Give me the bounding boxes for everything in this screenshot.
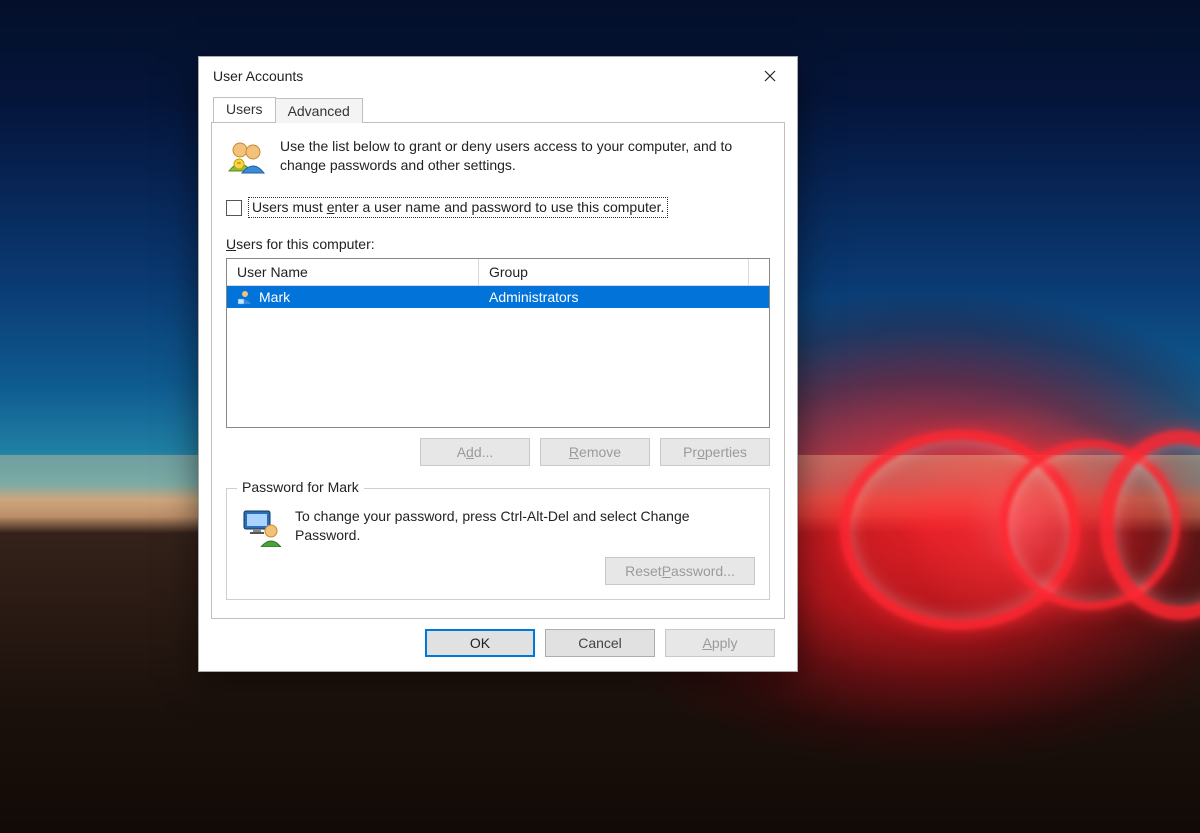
monitor-user-icon — [241, 507, 281, 547]
list-buttons-row: Add... Remove Properties — [226, 438, 770, 466]
close-icon — [764, 70, 776, 82]
users-listview[interactable]: User Name Group Mark — [226, 258, 770, 428]
ok-button[interactable]: OK — [425, 629, 535, 657]
properties-button[interactable]: Properties — [660, 438, 770, 466]
listview-body[interactable]: Mark Administrators — [227, 286, 769, 427]
tab-users[interactable]: Users — [213, 97, 276, 122]
password-group-legend: Password for Mark — [237, 479, 364, 495]
column-spacer — [749, 259, 769, 285]
column-group[interactable]: Group — [479, 259, 749, 285]
add-button[interactable]: Add... — [420, 438, 530, 466]
user-icon — [237, 289, 253, 305]
users-list-label: Users for this computer: — [226, 236, 770, 252]
user-accounts-dialog: User Accounts Users Advanced — [198, 56, 798, 672]
column-user-name[interactable]: User Name — [227, 259, 479, 285]
require-login-checkbox-row[interactable]: Users must enter a user name and passwor… — [226, 197, 770, 218]
tab-strip: Users Advanced — [211, 97, 785, 123]
password-instruction-text: To change your password, press Ctrl-Alt-… — [295, 507, 755, 547]
tab-panel-users: Use the list below to grant or deny user… — [211, 123, 785, 619]
cell-group: Administrators — [479, 289, 769, 305]
close-button[interactable] — [747, 61, 793, 91]
table-row[interactable]: Mark Administrators — [227, 286, 769, 308]
require-login-checkbox[interactable] — [226, 200, 242, 216]
cell-user-name: Mark — [227, 289, 479, 305]
client-area: Users Advanced Use — [199, 95, 797, 671]
cell-group-text: Administrators — [489, 289, 578, 305]
desktop-background: User Accounts Users Advanced — [0, 0, 1200, 833]
intro-text: Use the list below to grant or deny user… — [280, 137, 770, 175]
tab-advanced[interactable]: Advanced — [275, 98, 363, 123]
password-groupbox: Password for Mark To change your pas — [226, 488, 770, 600]
cancel-button[interactable]: Cancel — [545, 629, 655, 657]
remove-button[interactable]: Remove — [540, 438, 650, 466]
cell-user-name-text: Mark — [259, 289, 290, 305]
dialog-button-row: OK Cancel Apply — [211, 619, 785, 659]
intro-row: Use the list below to grant or deny user… — [226, 137, 770, 177]
reset-password-button[interactable]: Reset Password... — [605, 557, 755, 585]
apply-button[interactable]: Apply — [665, 629, 775, 657]
require-login-label[interactable]: Users must enter a user name and passwor… — [248, 197, 668, 218]
listview-header[interactable]: User Name Group — [227, 259, 769, 286]
titlebar[interactable]: User Accounts — [199, 57, 797, 95]
users-icon — [226, 137, 266, 177]
window-title: User Accounts — [213, 68, 303, 84]
